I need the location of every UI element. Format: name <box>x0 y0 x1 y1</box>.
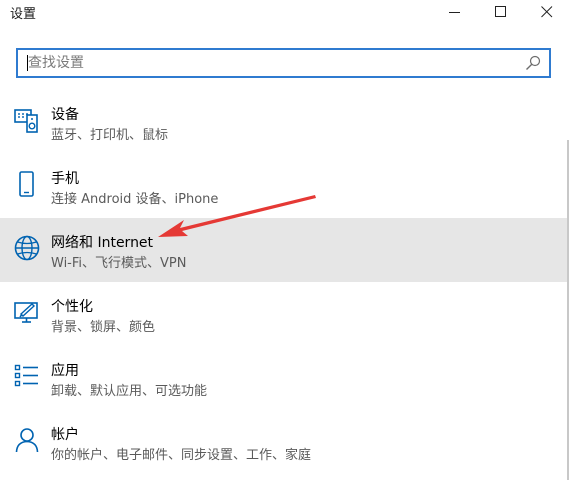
close-button[interactable] <box>524 0 570 26</box>
scrollbar[interactable] <box>567 140 569 480</box>
minimize-button[interactable] <box>432 0 478 26</box>
category-network-internet[interactable]: 网络和 Internet Wi-Fi、飞行模式、VPN <box>0 218 568 282</box>
title-bar[interactable]: 设置 <box>0 0 571 26</box>
category-title: 设备 <box>51 107 79 123</box>
window-title: 设置 <box>10 7 37 22</box>
search-icon[interactable] <box>525 55 541 71</box>
category-subtitle: Wi-Fi、飞行模式、VPN <box>51 256 187 271</box>
search-box[interactable] <box>16 48 551 78</box>
category-personalization[interactable]: 个性化 背景、锁屏、颜色 <box>0 282 568 346</box>
close-icon <box>541 6 553 18</box>
category-accounts[interactable]: 帐户 你的帐户、电子邮件、同步设置、工作、家庭 <box>0 410 568 474</box>
category-subtitle: 连接 Android 设备、iPhone <box>51 192 219 207</box>
category-subtitle: 蓝牙、打印机、鼠标 <box>51 128 169 143</box>
search-input[interactable] <box>26 50 518 76</box>
category-title: 手机 <box>51 171 79 187</box>
category-subtitle: 卸载、默认应用、可选功能 <box>51 384 208 399</box>
personalization-icon <box>14 302 38 323</box>
globe-icon <box>14 235 40 261</box>
apps-icon <box>14 364 38 387</box>
category-phone[interactable]: 手机 连接 Android 设备、iPhone <box>0 154 568 218</box>
category-title: 帐户 <box>51 427 79 443</box>
category-devices[interactable]: 设备 蓝牙、打印机、鼠标 <box>0 90 568 154</box>
account-icon <box>15 428 39 453</box>
maximize-button[interactable] <box>478 0 524 26</box>
category-title: 应用 <box>51 363 79 379</box>
category-subtitle: 你的帐户、电子邮件、同步设置、工作、家庭 <box>51 448 312 463</box>
category-title: 网络和 Internet <box>51 235 154 251</box>
maximize-icon <box>495 6 506 17</box>
category-title: 个性化 <box>51 299 93 315</box>
category-subtitle: 背景、锁屏、颜色 <box>51 320 156 335</box>
devices-icon <box>14 109 38 133</box>
minimize-icon <box>449 12 460 13</box>
category-apps[interactable]: 应用 卸载、默认应用、可选功能 <box>0 346 568 410</box>
settings-window: 设置 查找设置 设备 蓝牙、打印机、鼠标 手机 连接 Android 设备、iP… <box>0 0 571 482</box>
phone-icon <box>19 171 34 197</box>
